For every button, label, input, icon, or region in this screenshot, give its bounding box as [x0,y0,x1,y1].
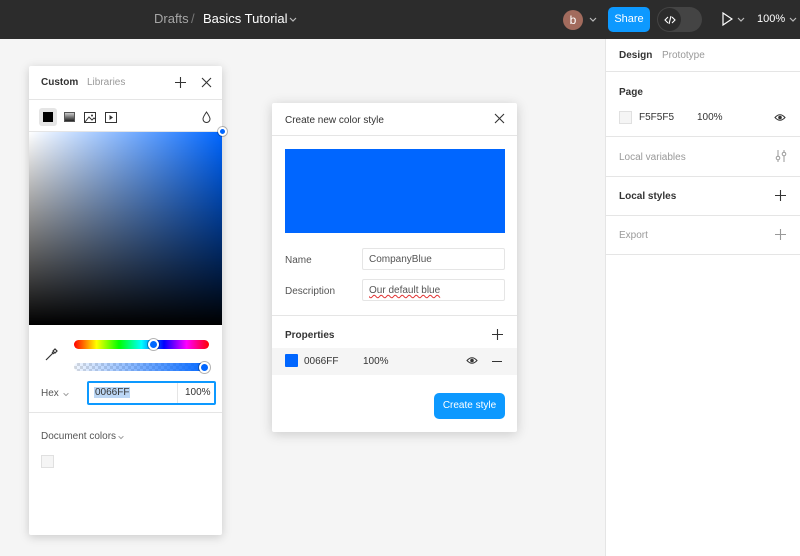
properties-label: Properties [285,330,335,341]
document-colors-chevron-down-icon[interactable] [117,433,125,441]
eye-icon[interactable] [774,113,786,122]
eyedropper-icon[interactable] [45,348,58,361]
add-export-plus-icon[interactable] [775,229,786,240]
dialog-title: Create new color style [285,115,384,126]
video-fill-icon[interactable] [102,108,120,126]
add-property-plus-icon[interactable] [492,329,503,340]
eye-icon[interactable] [466,356,478,365]
breadcrumb-separator: / [191,11,195,26]
add-color-plus-icon[interactable] [175,77,186,88]
color-preview [285,149,505,233]
style-name-input[interactable]: CompanyBlue [362,248,505,270]
remove-property-minus-icon[interactable] [492,361,502,362]
page-color-hex[interactable]: F5F5F5 [639,112,674,123]
saturation-brightness-field[interactable] [29,132,222,325]
description-label: Description [285,286,336,297]
export-title: Export [619,230,648,241]
local-styles-section: Local styles [606,177,800,216]
code-icon [658,8,681,31]
local-variables-title[interactable]: Local variables [619,152,686,163]
hex-input-value[interactable]: 0066FF [94,387,131,398]
image-fill-icon[interactable] [81,108,99,126]
page-color-opacity[interactable]: 100% [697,112,723,123]
present-chevron-down-icon[interactable] [736,14,746,24]
property-opacity[interactable]: 100% [363,356,389,367]
tab-libraries[interactable]: Libraries [87,77,125,88]
zoom-level[interactable]: 100% [757,13,785,25]
file-menu-chevron-down-icon[interactable] [288,14,298,24]
page-color-swatch[interactable] [619,111,632,124]
opacity-input-value[interactable]: 100% [185,387,211,398]
gradient-fill-icon[interactable] [60,108,78,126]
breadcrumb-drafts[interactable]: Drafts [154,11,189,26]
property-row[interactable]: 0066FF 100% [272,348,517,375]
picker-divider [29,412,222,413]
style-description-input[interactable]: Our default blue [362,279,505,301]
create-color-style-dialog: Create new color style Name CompanyBlue … [272,103,517,432]
close-dialog-icon[interactable] [494,113,505,124]
hue-slider[interactable] [74,340,209,349]
fill-type-bar [29,99,222,132]
create-style-button[interactable]: Create style [434,393,505,419]
opacity-slider-handle[interactable] [199,362,210,373]
tab-prototype[interactable]: Prototype [662,50,705,61]
top-toolbar: Drafts / Basics Tutorial b Share 100% [0,0,800,39]
page-section: Page F5F5F5 100% [606,72,800,137]
properties-divider [272,315,517,316]
present-play-icon[interactable] [721,12,733,26]
document-colors-label[interactable]: Document colors [41,431,116,442]
page-section-title: Page [619,87,643,98]
file-name[interactable]: Basics Tutorial [203,11,288,26]
user-avatar[interactable]: b [563,10,583,30]
name-label: Name [285,255,312,266]
avatar-chevron-down-icon[interactable] [588,14,598,24]
property-color-swatch[interactable] [285,354,298,367]
variables-sliders-icon[interactable] [775,149,787,163]
hex-input-field[interactable]: 0066FF 100% [87,381,216,405]
export-section: Export [606,216,800,255]
hex-divider [177,383,178,403]
solid-fill-icon[interactable] [39,108,57,126]
panel-tabs: Design Prototype [606,39,800,72]
close-picker-icon[interactable] [201,77,212,88]
opacity-slider[interactable] [74,363,209,371]
color-mode-label[interactable]: Hex [41,388,59,399]
blend-mode-drop-icon[interactable] [197,108,215,126]
add-style-plus-icon[interactable] [775,190,786,201]
zoom-chevron-down-icon[interactable] [788,14,798,24]
local-styles-title: Local styles [619,191,677,202]
color-mode-chevron-down-icon[interactable] [62,390,70,398]
color-field-handle[interactable] [218,127,227,136]
hue-slider-handle[interactable] [148,339,159,350]
color-picker-popover: Custom Libraries Hex 0066FF 100% Documen… [29,66,227,535]
local-variables-section: Local variables [606,137,800,177]
document-color-swatch[interactable] [41,455,54,468]
properties-panel: Design Prototype Page F5F5F5 100% Local … [605,39,800,556]
tab-custom[interactable]: Custom [41,77,78,88]
property-hex[interactable]: 0066FF [304,356,338,367]
tab-design[interactable]: Design [619,50,652,61]
style-description-text: Our default blue [369,285,441,296]
dialog-header-divider [272,135,517,136]
share-button[interactable]: Share [608,7,650,32]
dev-mode-toggle[interactable] [657,7,702,32]
